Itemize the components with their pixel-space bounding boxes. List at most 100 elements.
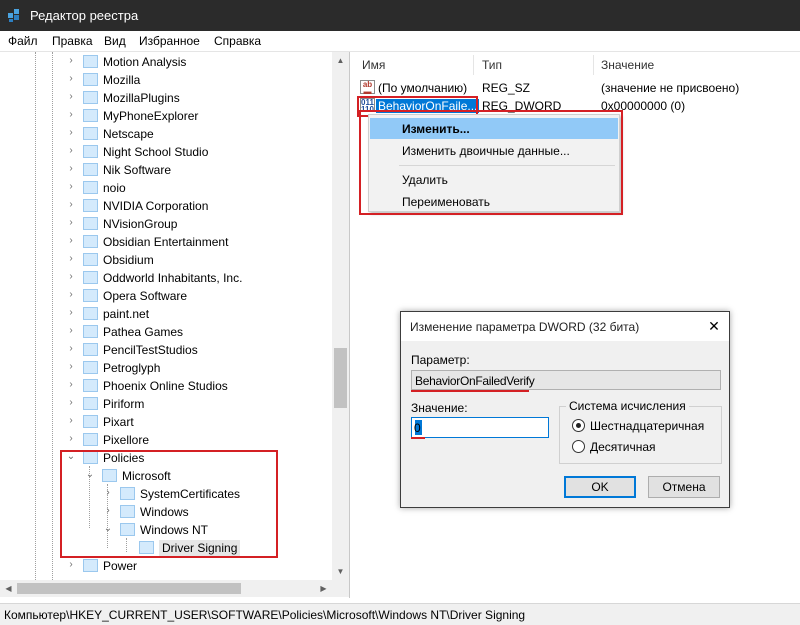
value-row[interactable]: ab ▬ (По умолчанию) REG_SZ (значение не п… (351, 78, 800, 96)
chevron-right-icon[interactable]: › (66, 200, 76, 210)
annotation-menu-box (359, 110, 623, 215)
chevron-right-icon[interactable]: › (66, 236, 76, 246)
scroll-corner (332, 580, 349, 597)
scroll-thumb[interactable] (334, 348, 347, 408)
tree-item[interactable]: › Netscape (66, 125, 330, 143)
radio-label: Десятичная (590, 440, 656, 454)
tree-item[interactable]: › Obsidium (66, 251, 330, 269)
scroll-up-icon[interactable]: ▲ (332, 52, 349, 69)
menu-file[interactable]: Файл (8, 34, 38, 48)
column-header-name[interactable]: Имя (362, 58, 385, 72)
radix-group-label: Система исчисления (566, 399, 689, 413)
tree-item-label: Pixellore (103, 433, 150, 447)
tree-vertical-scrollbar[interactable]: ▲ ▼ (332, 52, 349, 580)
radio-hexadecimal[interactable]: Шестнадцатеричная (572, 418, 722, 434)
tree-item[interactable]: › noio (66, 179, 330, 197)
radix-group: Система исчисления Шестнадцатеричная Дес… (559, 399, 722, 464)
column-separator[interactable] (473, 55, 474, 75)
tree-item[interactable]: › Mozilla (66, 71, 330, 89)
tree-item[interactable]: › Pixart (66, 413, 330, 431)
chevron-right-icon[interactable]: › (66, 92, 76, 102)
tree-item[interactable]: › Night School Studio (66, 143, 330, 161)
chevron-right-icon[interactable]: › (66, 290, 76, 300)
tree-item[interactable]: › MozillaPlugins (66, 89, 330, 107)
chevron-right-icon[interactable]: › (66, 74, 76, 84)
registry-path: Компьютер\HKEY_CURRENT_USER\SOFTWARE\Pol… (4, 608, 526, 622)
tree-item[interactable]: › Pathea Games (66, 323, 330, 341)
menu-help[interactable]: Справка (214, 34, 261, 48)
chevron-right-icon[interactable]: › (66, 416, 76, 426)
chevron-right-icon[interactable]: › (66, 110, 76, 120)
scroll-thumb[interactable] (17, 583, 241, 594)
window-title: Редактор реестра (30, 8, 139, 23)
tree-item[interactable]: › Nik Software (66, 161, 330, 179)
tree-item[interactable]: › paint.net (66, 305, 330, 323)
tree-horizontal-scrollbar[interactable]: ◀ ▶ (0, 580, 332, 597)
chevron-right-icon[interactable]: › (66, 326, 76, 336)
dialog-title: Изменение параметра DWORD (32 бита) (410, 320, 640, 334)
chevron-right-icon[interactable]: › (66, 398, 76, 408)
tree-item[interactable]: › Opera Software (66, 287, 330, 305)
menu-edit[interactable]: Правка (52, 34, 93, 48)
folder-icon (83, 235, 98, 248)
scroll-down-icon[interactable]: ▼ (332, 563, 349, 580)
tree-item-label: Petroglyph (103, 361, 161, 375)
tree-item-label: Power (103, 559, 138, 573)
scroll-right-icon[interactable]: ▶ (315, 580, 332, 597)
edit-dword-dialog: Изменение параметра DWORD (32 бита) ✕ Па… (400, 311, 730, 508)
tree-item[interactable]: › Motion Analysis (66, 53, 330, 71)
folder-icon (83, 91, 98, 104)
tree-item-label: Motion Analysis (103, 55, 187, 69)
folder-icon (83, 55, 98, 68)
tree-item[interactable]: › Power (66, 557, 330, 575)
tree-item-label: noio (103, 181, 126, 195)
tree-item[interactable]: › Obsidian Entertainment (66, 233, 330, 251)
column-separator[interactable] (593, 55, 594, 75)
chevron-right-icon[interactable]: › (66, 380, 76, 390)
chevron-right-icon[interactable]: › (66, 272, 76, 282)
dialog-title-bar: Изменение параметра DWORD (32 бита) ✕ (401, 312, 729, 341)
chevron-right-icon[interactable]: › (66, 308, 76, 318)
string-value-icon: ab ▬ (360, 80, 375, 96)
tree-item-label: paint.net (103, 307, 150, 321)
cancel-button[interactable]: Отмена (648, 476, 720, 498)
chevron-right-icon[interactable]: › (66, 146, 76, 156)
tree-item[interactable]: › Piriform (66, 395, 330, 413)
tree-item[interactable]: › Pixellore (66, 431, 330, 449)
tree-item[interactable]: › Phoenix Online Studios (66, 377, 330, 395)
value-label: Значение: (411, 401, 468, 415)
chevron-right-icon[interactable]: › (66, 344, 76, 354)
chevron-right-icon[interactable]: › (66, 56, 76, 66)
tree-item[interactable]: › MyPhoneExplorer (66, 107, 330, 125)
value-data-input[interactable] (414, 420, 544, 435)
chevron-right-icon[interactable]: › (66, 560, 76, 570)
chevron-right-icon[interactable]: › (66, 434, 76, 444)
tree-item[interactable]: › NVIDIA Corporation (66, 197, 330, 215)
tree-item[interactable]: › Oddworld Inhabitants, Inc. (66, 269, 330, 287)
tree-guide-line (35, 52, 36, 580)
chevron-right-icon[interactable]: › (66, 164, 76, 174)
folder-icon (83, 127, 98, 140)
menu-favorites[interactable]: Избранное (139, 34, 200, 48)
chevron-right-icon[interactable]: › (66, 254, 76, 264)
ok-button[interactable]: OK (564, 476, 636, 498)
radio-selected-icon (572, 419, 585, 432)
close-icon[interactable]: ✕ (699, 312, 729, 341)
chevron-right-icon[interactable]: › (66, 362, 76, 372)
chevron-right-icon[interactable]: › (66, 218, 76, 228)
tree-item[interactable]: › NVisionGroup (66, 215, 330, 233)
column-header-data[interactable]: Значение (601, 58, 654, 72)
tree-item[interactable]: › PencilTestStudios (66, 341, 330, 359)
menu-bar: Файл Правка Вид Избранное Справка (0, 31, 800, 52)
chevron-right-icon[interactable]: › (66, 182, 76, 192)
radio-decimal[interactable]: Десятичная (572, 439, 722, 455)
annotation-value-underline (411, 437, 425, 439)
tree-item-label: Nik Software (103, 163, 172, 177)
chevron-right-icon[interactable]: › (66, 128, 76, 138)
tree-item[interactable]: › Petroglyph (66, 359, 330, 377)
scroll-left-icon[interactable]: ◀ (0, 580, 17, 597)
menu-view[interactable]: Вид (104, 34, 126, 48)
column-header-type[interactable]: Тип (482, 58, 502, 72)
value-data-field[interactable] (411, 417, 549, 438)
registry-tree[interactable]: › Motion Analysis › Mozilla › MozillaPlugins ›… (0, 52, 350, 598)
